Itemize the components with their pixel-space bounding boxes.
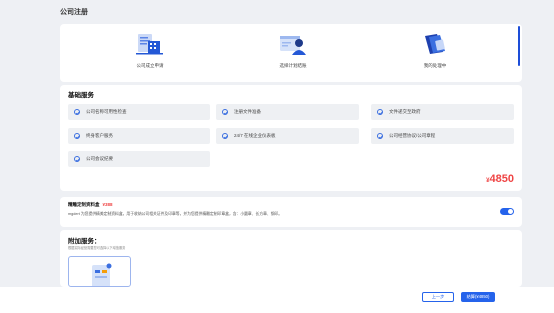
page-title: 公司注册 [60, 9, 88, 16]
service-item: 终身客户服务 [68, 128, 210, 144]
service-item: 公司会议纪要 [68, 151, 210, 167]
step-company-application[interactable]: 公司成立申请 [100, 32, 200, 69]
check-circle-icon [74, 109, 80, 115]
step-label: 选择计划结账 [279, 63, 307, 68]
seal-option-toggle[interactable] [500, 208, 514, 215]
plan-checkout-icon [280, 36, 306, 55]
check-circle-icon [222, 133, 228, 139]
total-price: ¥4850 [486, 173, 514, 185]
addon-services-card: 附加服务： 根据实际经营需要您可选择以下增值服务 [60, 230, 522, 287]
seal-option-description: mgdert 为您提供精美定制资料盒，用于收纳公司相关证件及印章等，并为您提供精… [68, 212, 283, 216]
basic-services-card: 基础服务 公司名称可用性检查 注册文件准备 文件递交至政府 终身客户服务 24/… [60, 85, 522, 191]
checkout-button[interactable]: 结算(¥4850) [461, 292, 495, 302]
service-item: 24/7 在线企业仪表板 [216, 128, 359, 144]
check-circle-icon [74, 156, 80, 162]
building-document-icon [136, 34, 163, 55]
service-item: 公司经营协议/公司章程 [371, 128, 514, 144]
seal-option-title: 精雕定制资料盒 ¥388 [68, 202, 113, 207]
step-plan-checkout[interactable]: 选择计划结账 [243, 32, 343, 69]
check-circle-icon [222, 109, 228, 115]
step-in-progress[interactable]: 我的处理中 [385, 32, 485, 69]
check-circle-icon [377, 133, 383, 139]
addon-illustration-icon [92, 263, 112, 286]
seal-option-price: ¥388 [102, 202, 113, 207]
step-label: 公司成立申请 [136, 63, 164, 68]
footer-bar: 上一步 结算(¥4850) [0, 287, 554, 313]
seal-box-option-card: 精雕定制资料盒 ¥388 mgdert 为您提供精美定制资料盒，用于收纳公司相关证… [60, 197, 522, 227]
check-circle-icon [74, 133, 80, 139]
service-item: 文件递交至政府 [371, 104, 514, 120]
folder-document-icon [425, 34, 445, 54]
addon-subtitle: 根据实际经营需要您可选择以下增值服务 [68, 246, 126, 250]
service-item: 公司名称可用性检查 [68, 104, 210, 120]
addon-title: 附加服务： [68, 238, 101, 245]
steps-card: 公司成立申请 选择计划结账 我的处理中 [60, 24, 522, 82]
previous-step-button[interactable]: 上一步 [422, 292, 454, 302]
check-circle-icon [377, 109, 383, 115]
section-title: 基础服务 [68, 92, 94, 99]
step-label: 我的处理中 [423, 63, 447, 68]
scrollbar-thumb[interactable] [518, 26, 520, 66]
service-item: 注册文件准备 [216, 104, 359, 120]
addon-service-tile[interactable] [68, 256, 131, 287]
